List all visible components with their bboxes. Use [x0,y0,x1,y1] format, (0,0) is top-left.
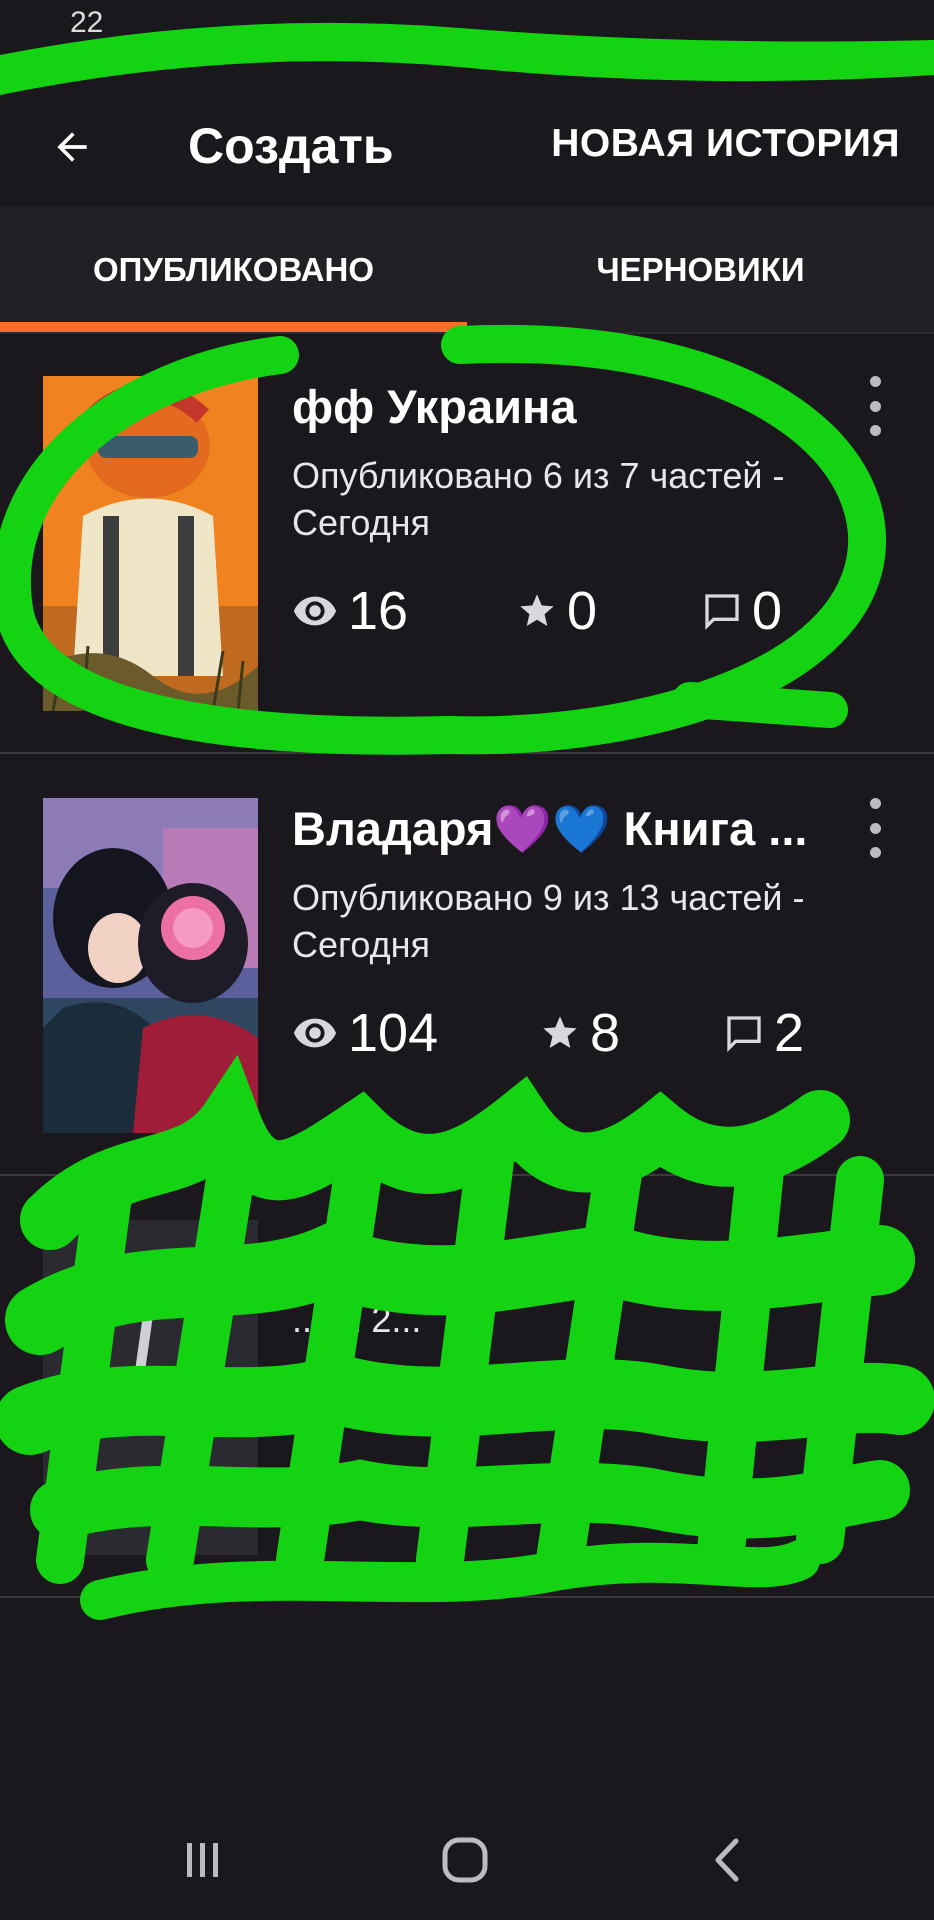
back-button[interactable] [40,115,104,179]
more-vertical-icon [869,376,881,387]
updated-date: ...ня 2... [292,1299,422,1340]
tab-bar: ОПУБЛИКОВАНО ЧЕРНОВИКИ [0,207,934,332]
back-nav-button[interactable] [694,1825,764,1895]
comments-count: 0 [752,581,783,641]
new-story-button[interactable]: НОВАЯ ИСТОРИЯ [551,115,900,174]
recents-button[interactable] [168,1825,238,1895]
story-stats: 16 0 0 [292,576,892,646]
views-count: 7 [302,1425,333,1485]
status-bar: 22 [0,0,934,95]
story-item[interactable]: ... ...ня 2... 7 [0,1178,934,1598]
views-count: 16 [348,581,409,641]
app-bar: Создать НОВАЯ ИСТОРИЯ [0,95,934,207]
story-cover-image[interactable] [43,1220,258,1555]
arrow-left-icon [57,132,87,162]
story-item[interactable]: фф Украина Опубликовано 6 из 7 частей - … [0,334,934,754]
back-nav-icon [715,1838,739,1882]
active-tab-indicator [0,322,467,332]
updated-date: Сегодня [292,924,430,965]
more-vertical-icon [869,798,881,809]
more-options-button[interactable] [860,798,890,858]
published-parts: Опубликовано 9 из 13 частей - [292,877,805,918]
views-count: 104 [348,1003,439,1063]
story-cover-image[interactable] [43,376,258,711]
comment-icon [705,594,739,631]
published-parts: Опубликовано 6 из 7 частей - [292,455,785,496]
votes-stat: 0 [517,576,597,646]
divider [0,1174,934,1176]
eye-icon [293,1018,337,1048]
comment-icon [727,1016,761,1053]
home-button[interactable] [430,1825,500,1895]
tab-published[interactable]: ОПУБЛИКОВАНО [0,207,467,332]
comments-stat: 2 [724,998,804,1068]
views-stat: 104 [292,998,438,1068]
status-time: 22 [70,6,104,39]
views-stat: 7 [292,1420,332,1490]
story-meta: ...ня 2... [292,1296,892,1343]
views-stat: 16 [292,576,408,646]
story-meta: Опубликовано 6 из 7 частей - Сегодня [292,452,892,546]
more-options-button[interactable] [860,376,890,436]
star-icon [543,1016,577,1048]
story-title[interactable]: фф Украина [292,379,832,434]
votes-count: 8 [590,1003,621,1063]
divider [0,1596,934,1598]
updated-date: Сегодня [292,502,430,543]
recents-icon [187,1843,218,1877]
comments-stat: 0 [702,576,782,646]
story-cover-image[interactable] [43,798,258,1133]
story-stats: 7 [292,1420,892,1490]
story-meta: Опубликовано 9 из 13 частей - Сегодня [292,874,892,968]
tab-drafts[interactable]: ЧЕРНОВИКИ [467,207,934,332]
system-nav-bar [0,1800,934,1920]
votes-count: 0 [567,581,598,641]
story-title[interactable]: Владаря💜💙 Книга ... [292,801,832,857]
page-title: Создать [188,118,394,174]
divider [0,752,934,754]
story-title[interactable]: ... [292,1223,832,1278]
star-icon [520,594,554,626]
story-stats: 104 8 2 [292,998,892,1068]
story-item[interactable]: Владаря💜💙 Книга ... Опубликовано 9 из 13… [0,756,934,1176]
comments-count: 2 [774,1003,805,1063]
eye-icon [293,596,337,626]
votes-stat: 8 [540,998,620,1068]
home-icon [442,1837,488,1883]
